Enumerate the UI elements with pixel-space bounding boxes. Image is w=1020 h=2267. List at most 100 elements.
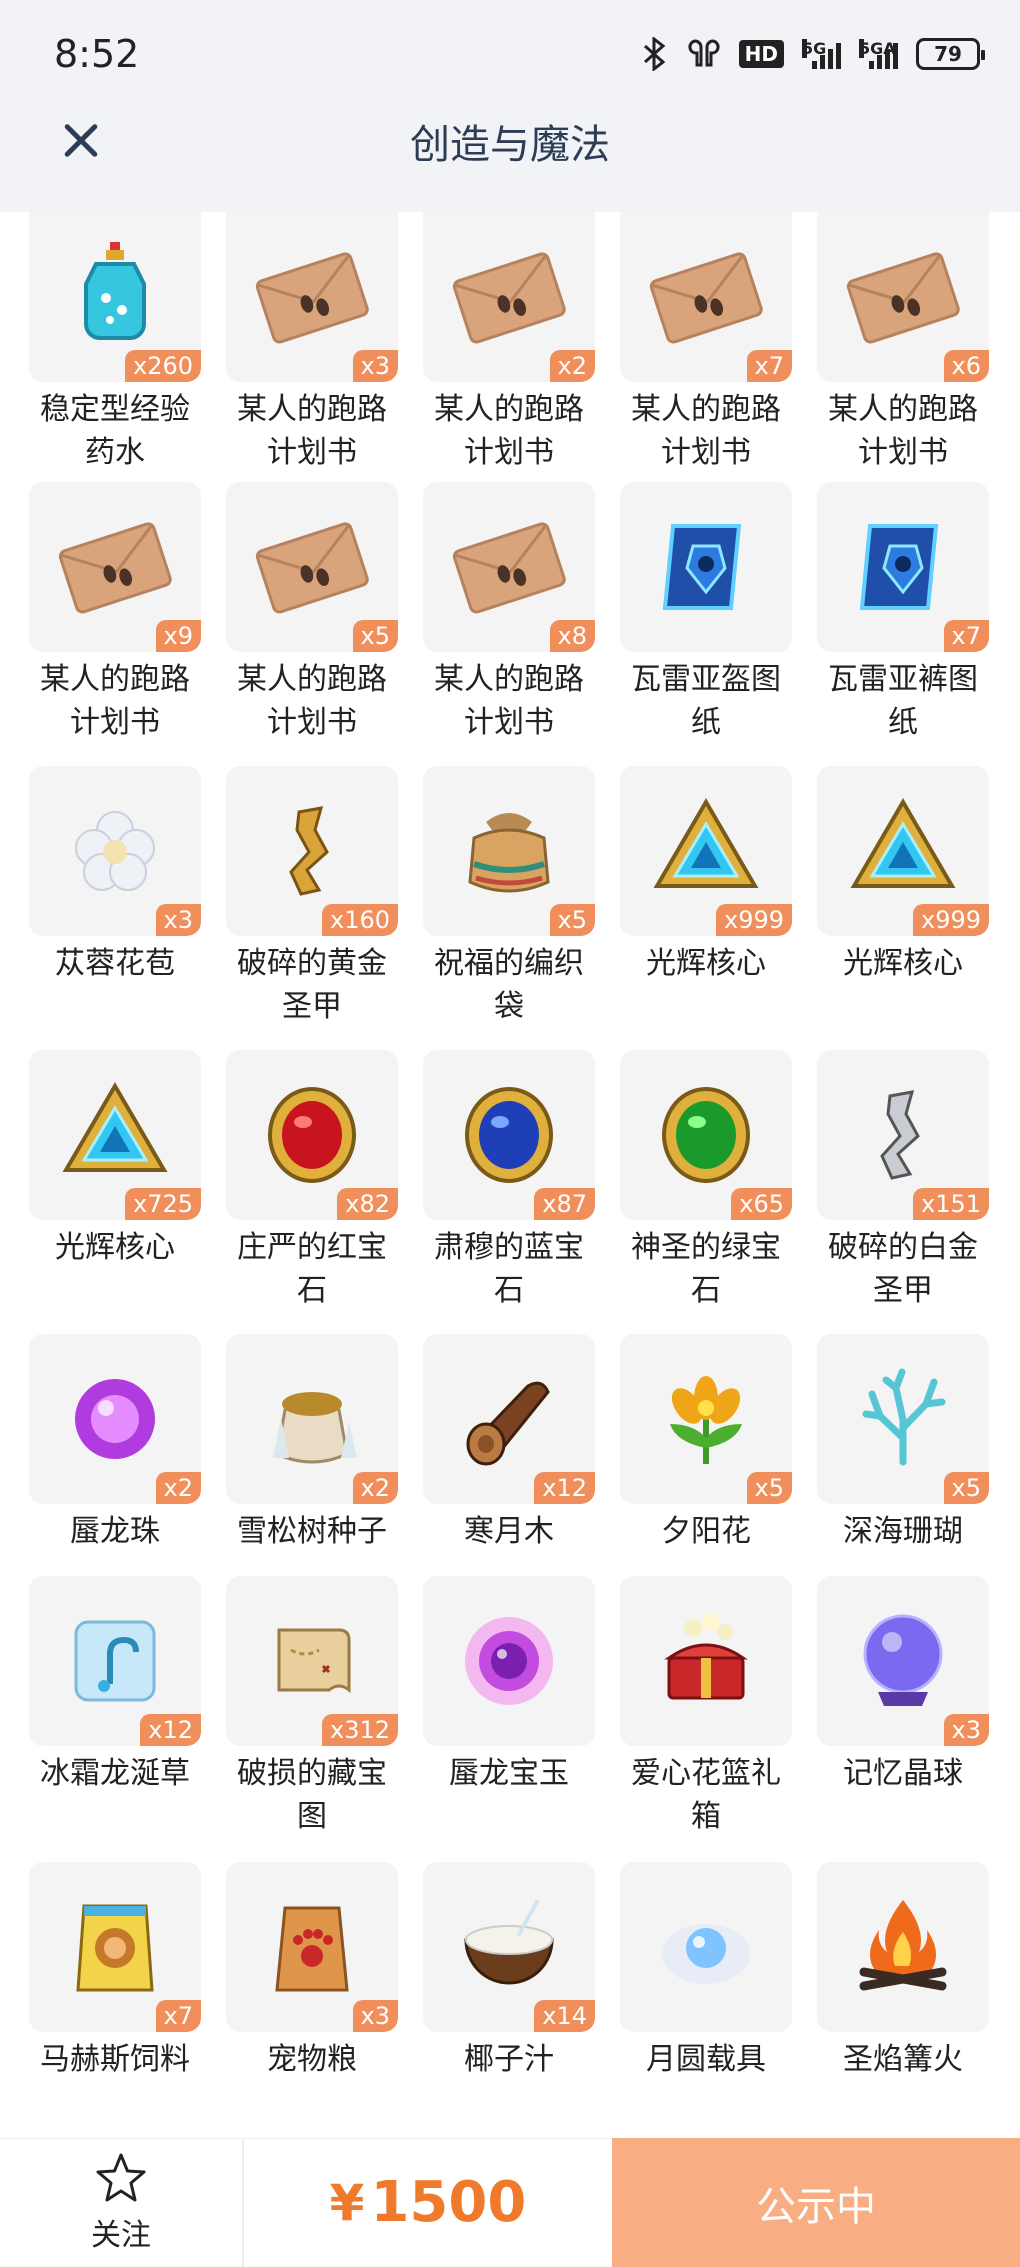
item-quantity-badge: x7 [155, 2000, 201, 2032]
log-icon [466, 1381, 550, 1466]
item-quantity-badge: x9 [155, 620, 201, 652]
item-name-line: 破碎的白金 [828, 1230, 978, 1265]
item-quantity-badge: x3 [352, 350, 398, 382]
seed-sack-icon [273, 1392, 357, 1464]
item-quantity-badge: x2 [352, 1472, 398, 1504]
treasure-map-icon [277, 1628, 351, 1694]
gift-chest-icon [664, 1613, 748, 1700]
envelope-icon [255, 522, 369, 614]
item-thumbnail: x3 [226, 212, 398, 382]
item-name-line: 光辉核心 [843, 946, 963, 981]
envelope-icon [452, 522, 566, 614]
item-thumbnail: x3 [226, 1862, 398, 2032]
item-name-line: 某人的跑路 [237, 662, 387, 697]
item-name-line: 石 [297, 1273, 327, 1308]
item-thumbnail: x14 [423, 1862, 595, 2032]
follow-button[interactable]: 关注 [0, 2138, 244, 2267]
item-name: 某人的跑路 计划书 [214, 388, 410, 474]
item-name: 瓦雷亚裤图纸 [805, 658, 1001, 744]
item-name-line: 夕阳花 [661, 1514, 751, 1549]
item-thumbnail: x82 [226, 1050, 398, 1220]
blueprint-icon [859, 524, 939, 610]
purple-orb-icon [75, 1379, 155, 1459]
item-thumbnail: x5 [620, 1334, 792, 1504]
earbuds-icon [687, 37, 721, 71]
item-name: 夕阳花 [608, 1510, 804, 1553]
green-gem-icon [662, 1087, 750, 1183]
item-name: 光辉核心 [17, 1226, 213, 1269]
envelope-icon [255, 252, 369, 344]
battery-icon: 79 [916, 38, 985, 70]
item-name-line: 计划书 [464, 435, 554, 470]
item-name: 某人的跑路 计划书 [608, 388, 804, 474]
item-name: 肃穆的蓝宝石 [411, 1226, 607, 1312]
flower-bud-icon [75, 811, 155, 891]
item-name-line: 计划书 [267, 705, 357, 740]
item-quantity-badge: x2 [155, 1472, 201, 1504]
item-quantity-badge: x3 [943, 1714, 989, 1746]
ice-cube-icon [74, 1620, 156, 1702]
item-quantity-badge: x8 [549, 620, 595, 652]
item-quantity-badge: x999 [715, 904, 792, 936]
item-name-line: 破损的藏宝 [237, 1756, 387, 1791]
item-thumbnail: x6 [817, 212, 989, 382]
silver-shard-icon [880, 1090, 920, 1180]
signal-5ga-label: 5GA [859, 39, 896, 58]
blueprint-icon [662, 524, 742, 610]
dragon-jade-icon [465, 1617, 553, 1705]
item-name: 稳定型经验 药水 [17, 388, 213, 474]
status-button[interactable]: 公示中 [612, 2138, 1020, 2267]
item-name: 某人的跑路 计划书 [17, 658, 213, 744]
item-quantity-badge: x3 [155, 904, 201, 936]
crystal-ball-icon [863, 1614, 943, 1706]
item-name: 祝福的编织袋 [411, 942, 607, 1028]
envelope-icon [452, 252, 566, 344]
item-name-line: 蜃龙宝玉 [449, 1756, 569, 1791]
item-name: 神圣的绿宝石 [608, 1226, 804, 1312]
item-thumbnail: x260 [29, 212, 201, 382]
item-thumbnail: x5 [817, 1334, 989, 1504]
item-name: 瓦雷亚盔图纸 [608, 658, 804, 744]
item-name-line: 光辉核心 [646, 946, 766, 981]
item-name-line: 马赫斯饲料 [40, 2042, 190, 2077]
sunset-flower-icon [670, 1376, 742, 1464]
item-name-line: 深海珊瑚 [843, 1514, 963, 1549]
item-name-line: 苁蓉花苞 [55, 946, 175, 981]
item-name-line: 爱心花篮礼 [631, 1756, 781, 1791]
item-thumbnail [620, 482, 792, 652]
item-name-line: 某人的跑路 [40, 662, 190, 697]
item-name: 宠物粮 [214, 2038, 410, 2081]
item-thumbnail: x7 [817, 482, 989, 652]
item-name: 庄严的红宝石 [214, 1226, 410, 1312]
item-thumbnail: x12 [423, 1334, 595, 1504]
item-name-line: 雪松树种子 [237, 1514, 387, 1549]
item-name-line: 冰霜龙涎草 [40, 1756, 190, 1791]
item-name: 爱心花篮礼箱 [608, 1752, 804, 1838]
item-quantity-badge: x5 [943, 1472, 989, 1504]
item-name: 某人的跑路 计划书 [411, 658, 607, 744]
item-thumbnail: x3 [817, 1576, 989, 1746]
item-quantity-badge: x312 [321, 1714, 398, 1746]
item-name: 破损的藏宝图 [214, 1752, 410, 1838]
item-thumbnail: x2 [226, 1334, 398, 1504]
item-name-line: 某人的跑路 [434, 662, 584, 697]
item-name: 寒月木 [411, 1510, 607, 1553]
item-name: 某人的跑路 计划书 [805, 388, 1001, 474]
currency-symbol: ¥ [329, 2173, 365, 2232]
item-name-line: 某人的跑路 [631, 392, 781, 427]
potion-icon [84, 242, 146, 340]
item-name-line: 神圣的绿宝 [631, 1230, 781, 1265]
item-name-line: 计划书 [464, 705, 554, 740]
item-name: 椰子汁 [411, 2038, 607, 2081]
radiant-core-icon [850, 798, 956, 888]
item-name: 圣焰篝火 [805, 2038, 1001, 2081]
clock: 8:52 [54, 32, 140, 76]
item-thumbnail: x7 [29, 1862, 201, 2032]
item-name-line: 石 [494, 1273, 524, 1308]
item-name-line: 箱 [691, 1799, 721, 1834]
item-name: 蜃龙宝玉 [411, 1752, 607, 1795]
item-grid: x260 稳定型经验 药水 x3 某人的跑路 计划书 x2 某人的跑路 计划书 x7 某人的跑路 计划… [0, 212, 1020, 2118]
item-quantity-badge: x12 [140, 1714, 201, 1746]
coral-icon [862, 1368, 946, 1466]
item-name-line: 肃穆的蓝宝 [434, 1230, 584, 1265]
